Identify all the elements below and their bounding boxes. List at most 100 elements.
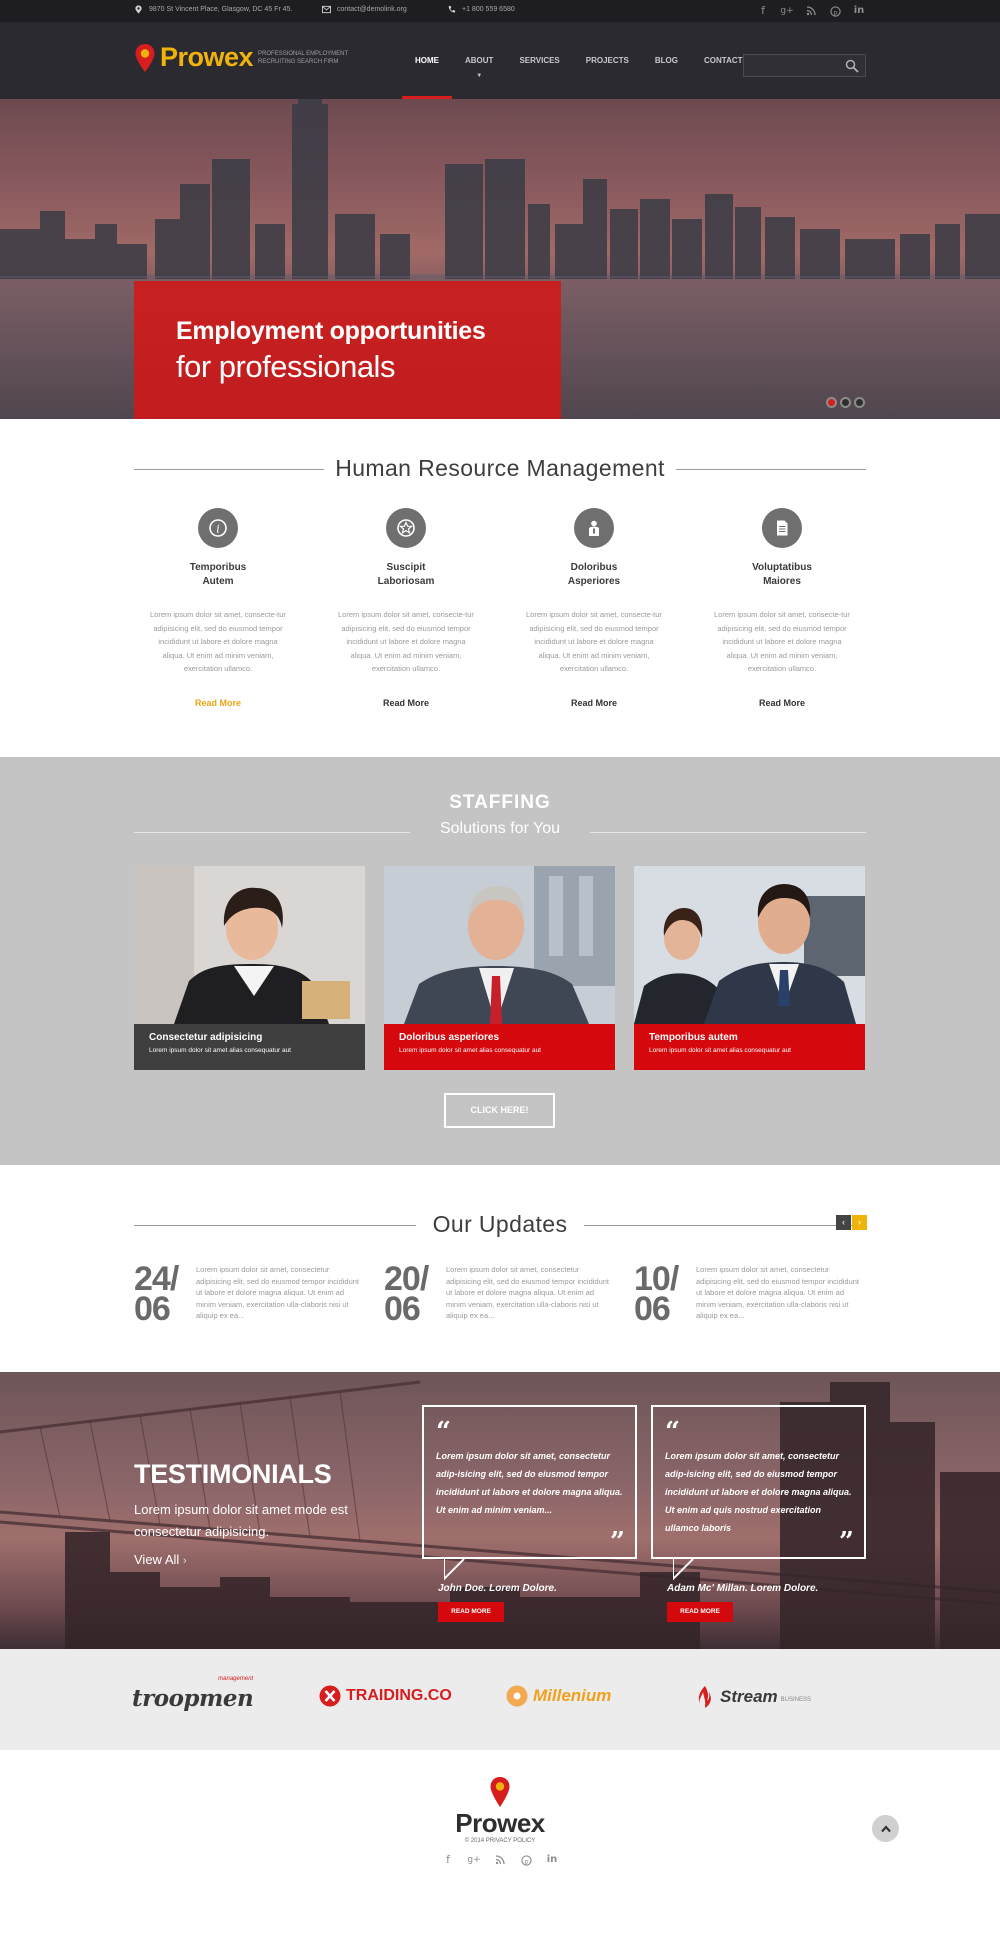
nav-services[interactable]: SERVICES: [506, 22, 572, 99]
slider-dot-2[interactable]: [840, 397, 851, 408]
google-plus-icon[interactable]: g+: [780, 4, 794, 18]
view-all-link[interactable]: View All ›: [134, 1552, 187, 1567]
nav-projects[interactable]: PROJECTS: [573, 22, 642, 99]
logo-tagline-line-1: PROFESSIONAL EMPLOYMENT: [258, 50, 349, 57]
facebook-icon[interactable]: f: [441, 1853, 455, 1867]
update-month: 06: [134, 1290, 171, 1328]
service-title-line-1: Voluptatibus: [752, 562, 812, 573]
service-title-line-2: Asperiores: [567, 576, 621, 587]
address-text: 9870 St Vincent Place, Glasgow, DC 45 Fr…: [149, 6, 293, 13]
footer-copyright[interactable]: © 2014 PRIVACY POLICY: [0, 1838, 1000, 1844]
nav-about[interactable]: ABOUT ▼: [452, 22, 506, 99]
phone-info: +1 800 559 6580: [447, 5, 515, 14]
quote-open-icon: “: [436, 1417, 451, 1447]
facebook-icon[interactable]: f: [756, 4, 770, 18]
card-text: Lorem ipsum dolor sit amet alias consequ…: [649, 1047, 791, 1054]
divider: [134, 832, 410, 833]
divider: [134, 468, 324, 470]
troopmen-logo[interactable]: management troopmen: [132, 1676, 254, 1712]
speech-tail-icon: [673, 1559, 694, 1581]
svg-text:p: p: [833, 8, 837, 16]
email-text[interactable]: contact@demolink.org: [337, 6, 407, 13]
updates-section-heading: Our Updates: [134, 1211, 866, 1238]
svg-text:p: p: [524, 1857, 528, 1865]
slider-dot-1[interactable]: [826, 397, 837, 408]
star-icon: [386, 508, 426, 548]
testimonials-subtitle: Lorem ipsum dolor sit amet mode est cons…: [134, 1502, 348, 1539]
service-item: Suscipit Laboriosam Lorem ipsum dolor si…: [331, 508, 481, 708]
map-pin-logo-icon: [135, 43, 155, 72]
staff-card[interactable]: Doloribus asperiores Lorem ipsum dolor s…: [384, 866, 615, 1070]
update-date: 10/ 06: [634, 1262, 694, 1328]
staff-photo-woman: [134, 866, 365, 1024]
linkedin-icon[interactable]: in: [852, 4, 866, 18]
document-icon: [762, 508, 802, 548]
search-box: [743, 54, 866, 77]
envelope-icon: [322, 5, 331, 14]
read-more-link[interactable]: Read More: [331, 698, 481, 708]
read-more-link[interactable]: Read More: [519, 698, 669, 708]
updates-title: Our Updates: [432, 1211, 568, 1237]
updates-nav: ‹ ›: [836, 1215, 867, 1230]
service-text: Lorem ipsum dolor sit amet, consecte-tur…: [526, 610, 662, 673]
card-caption: Doloribus asperiores Lorem ipsum dolor s…: [384, 1024, 615, 1070]
troopmen-name: troopmen: [132, 1685, 254, 1712]
location-pin-icon: [135, 5, 142, 14]
slider-dot-3[interactable]: [854, 397, 865, 408]
update-text: Lorem ipsum dolor sit amet, consectetur …: [446, 1265, 610, 1320]
update-text: Lorem ipsum dolor sit amet, consectetur …: [696, 1265, 860, 1320]
read-more-link[interactable]: Read More: [143, 698, 293, 708]
service-title: Suscipit Laboriosam: [331, 561, 481, 589]
testimonial-text: Lorem ipsum dolor sit amet, consectetur …: [436, 1451, 623, 1515]
hero-heading: Employment opportunities: [176, 317, 486, 345]
card-text: Lorem ipsum dolor sit amet alias consequ…: [149, 1047, 291, 1054]
linkedin-icon[interactable]: in: [545, 1853, 559, 1867]
svg-text:i: i: [216, 523, 220, 536]
prev-arrow-icon[interactable]: ‹: [836, 1215, 851, 1230]
email-info[interactable]: contact@demolink.org: [322, 5, 407, 14]
click-here-button[interactable]: CLICK HERE!: [444, 1093, 555, 1128]
millenium-logo[interactable]: Millenium: [506, 1685, 611, 1707]
quote-open-icon: “: [665, 1417, 680, 1447]
flame-icon: [698, 1686, 711, 1708]
footer-logo-name: Prowex: [455, 1808, 545, 1838]
stream-logo[interactable]: Stream BUSINESS: [694, 1685, 811, 1709]
service-item: Voluptatibus Maiores Lorem ipsum dolor s…: [707, 508, 857, 708]
chevron-down-icon: ▼: [476, 73, 483, 79]
google-plus-icon[interactable]: g+: [467, 1853, 481, 1867]
map-pin-logo-icon: [490, 1777, 510, 1807]
service-title-line-2: Autem: [202, 576, 234, 587]
staff-card[interactable]: Temporibus autem Lorem ipsum dolor sit a…: [634, 866, 865, 1070]
service-title: Temporibus Autem: [143, 561, 293, 589]
service-text: Lorem ipsum dolor sit amet, consecte-tur…: [338, 610, 474, 673]
pinterest-icon[interactable]: p: [519, 1853, 533, 1867]
search-icon[interactable]: [845, 59, 859, 73]
staff-card[interactable]: Consectetur adipisicing Lorem ipsum dolo…: [134, 866, 365, 1070]
footer-social-links: f g+ p in: [441, 1853, 559, 1867]
logo[interactable]: Prowex PROFESSIONAL EMPLOYMENT RECRUITIN…: [134, 42, 348, 73]
divider: [584, 1224, 866, 1226]
service-text: Lorem ipsum dolor sit amet, consecte-tur…: [714, 610, 850, 673]
nav-about-label: ABOUT: [465, 56, 494, 65]
testimonials-section: TESTIMONIALS Lorem ipsum dolor sit amet …: [0, 1372, 1000, 1649]
update-date: 20/ 06: [384, 1262, 444, 1326]
person-icon: [574, 508, 614, 548]
nav-blog[interactable]: BLOG: [642, 22, 691, 99]
chevron-right-icon: ›: [182, 1555, 187, 1567]
nav-home[interactable]: HOME: [402, 22, 452, 99]
read-more-button[interactable]: READ MORE: [667, 1602, 733, 1622]
card-caption: Consectetur adipisicing Lorem ipsum dolo…: [134, 1024, 365, 1070]
read-more-button[interactable]: READ MORE: [438, 1602, 504, 1622]
update-month: 06: [634, 1290, 671, 1328]
top-bar: 9870 St Vincent Place, Glasgow, DC 45 Fr…: [0, 0, 1000, 22]
rss-icon[interactable]: [804, 4, 818, 18]
traiding-logo[interactable]: TRAIDING.CO: [319, 1685, 452, 1707]
scroll-to-top-button[interactable]: [872, 1815, 899, 1842]
slider-pagination: [826, 397, 865, 408]
search-input[interactable]: [744, 55, 839, 76]
next-arrow-icon[interactable]: ›: [852, 1215, 867, 1230]
pinterest-icon[interactable]: p: [828, 4, 842, 18]
read-more-link[interactable]: Read More: [707, 698, 857, 708]
phone-icon: [448, 5, 456, 13]
rss-icon[interactable]: [493, 1853, 507, 1867]
